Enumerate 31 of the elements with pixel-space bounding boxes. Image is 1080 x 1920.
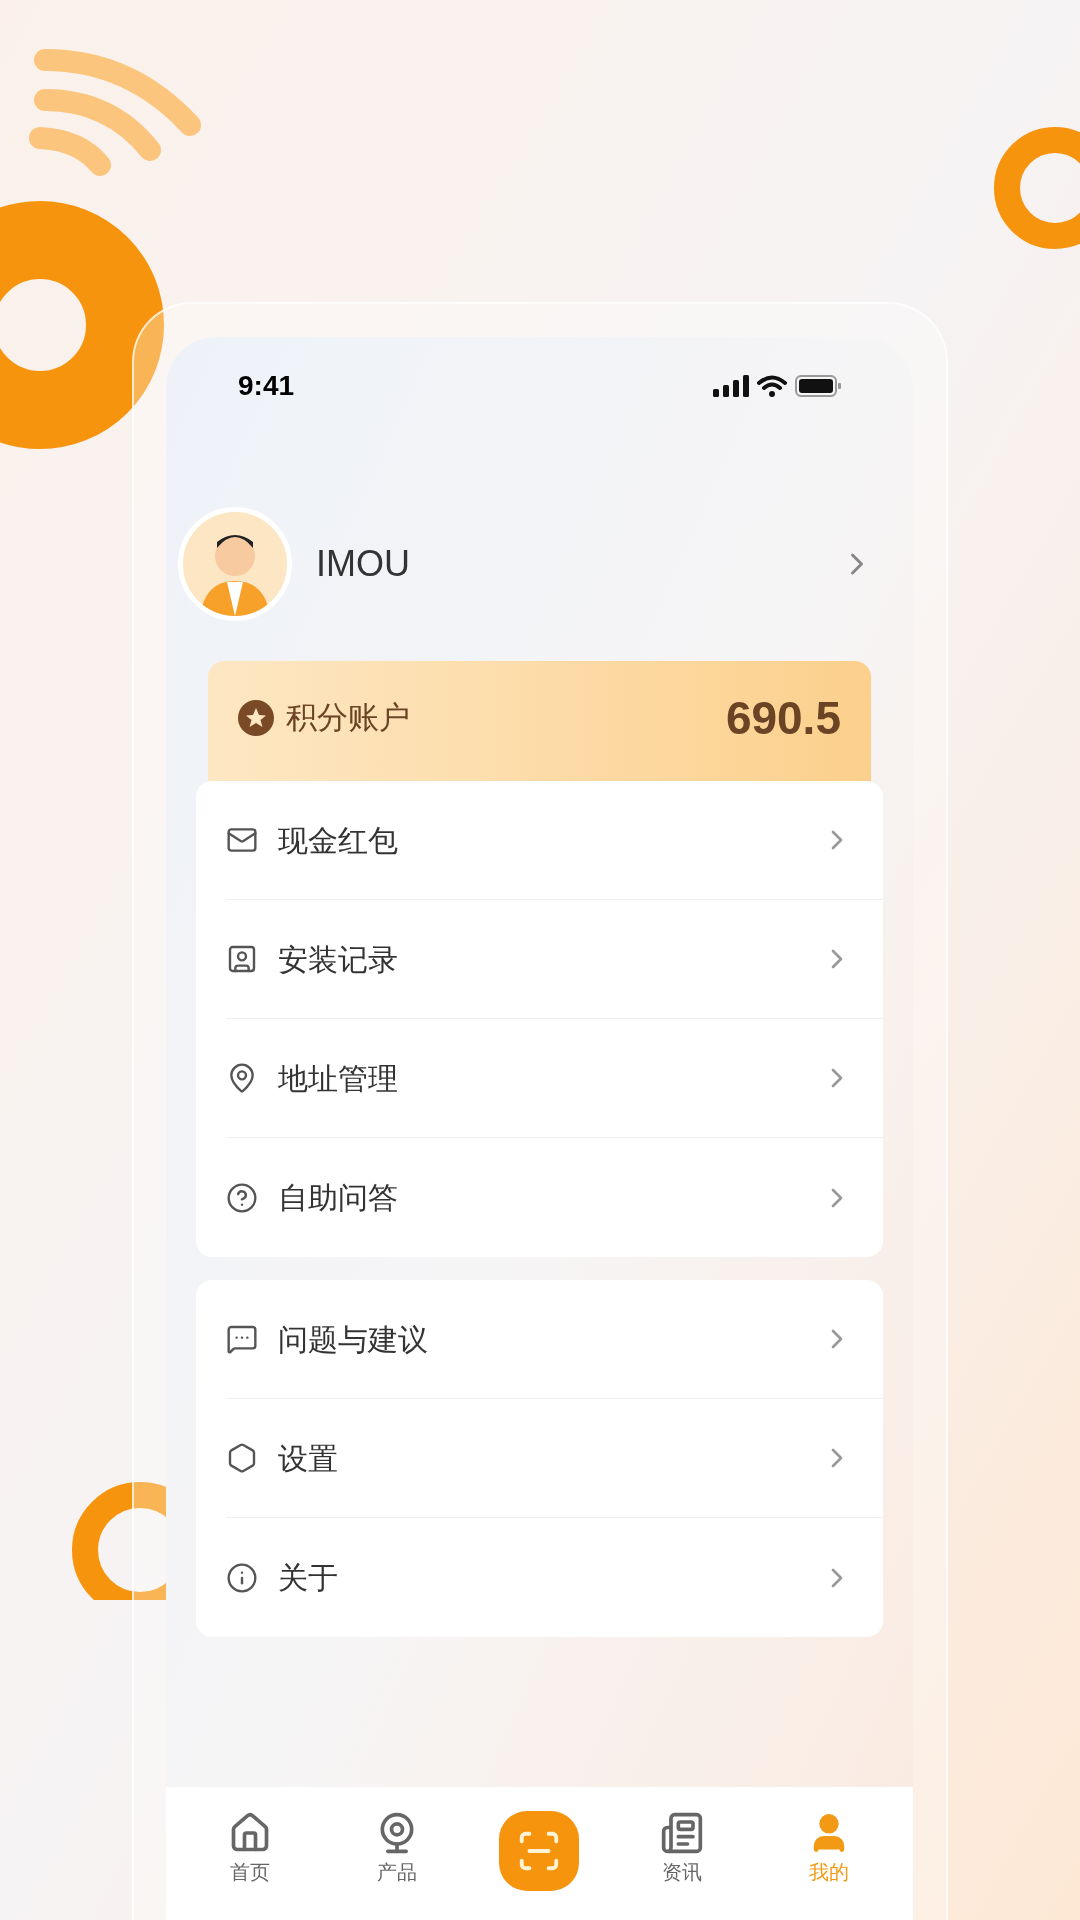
profile-name[interactable]: IMOU: [316, 537, 410, 591]
battery-icon: [795, 375, 841, 397]
menu-label: 设置: [278, 1440, 338, 1477]
menu-item[interactable]: 安装记录: [226, 900, 883, 1019]
menu-item[interactable]: 现金红包: [226, 781, 883, 900]
wifi-icon: [757, 375, 787, 397]
menu-item[interactable]: 问题与建议: [226, 1280, 883, 1399]
id-card-icon: [226, 943, 258, 975]
menu-item[interactable]: 自助问答: [226, 1138, 883, 1257]
menu-label: 地址管理: [278, 1060, 398, 1097]
menu-label: 关于: [278, 1560, 338, 1596]
menu-item[interactable]: 地址管理: [226, 1019, 883, 1138]
menu-item[interactable]: 设置: [226, 1399, 883, 1518]
menu-label: 问题与建议: [278, 1321, 428, 1358]
status-time: 9:41: [238, 369, 295, 403]
settings-icon: [226, 1442, 258, 1474]
menu-label: 安装记录: [278, 941, 398, 978]
points-value: 690.5: [725, 695, 841, 741]
menu-item[interactable]: 关于: [226, 1518, 883, 1637]
newspaper-icon: [659, 1811, 704, 1855]
scan-button[interactable]: [499, 1811, 580, 1891]
tab-item[interactable]: 资讯: [636, 1811, 727, 1887]
tab-item[interactable]: 产品: [352, 1811, 443, 1887]
menu-label: 自助问答: [278, 1180, 398, 1216]
chat-bubble-icon: [226, 1323, 258, 1355]
help-icon: [226, 1181, 258, 1214]
menu-label: 现金红包: [278, 822, 398, 859]
tab-item[interactable]: 首页: [204, 1811, 295, 1887]
points-label: 积分账户: [286, 699, 410, 737]
info-icon: [226, 1561, 258, 1594]
signal-icon: [713, 375, 749, 397]
